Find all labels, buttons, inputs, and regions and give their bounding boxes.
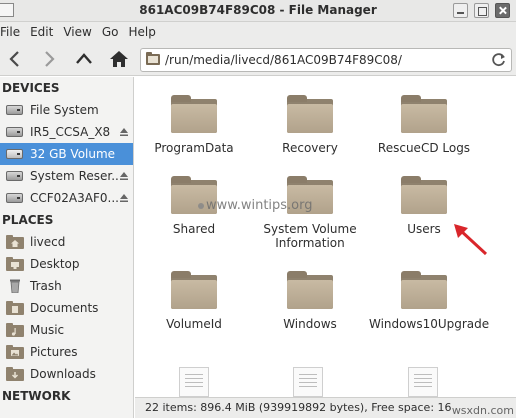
folder-icon (401, 271, 447, 309)
folder-icon (171, 95, 217, 133)
location-path[interactable]: /run/media/livecd/861AC09B74F89C08/ (165, 53, 402, 67)
maximize-button[interactable] (474, 3, 489, 18)
home-icon (110, 51, 128, 67)
eject-icon[interactable] (119, 171, 129, 181)
sidebar-item-label: Downloads (30, 367, 96, 381)
sidebar-item-ccf02a3af0[interactable]: CCF02A3AF0... (0, 187, 133, 209)
sidebar-item-label: File System (30, 103, 99, 117)
drive-icon (6, 193, 23, 203)
folder-name: Shared (172, 222, 216, 236)
documents-folder-icon (6, 301, 24, 315)
eject-icon[interactable] (119, 193, 129, 203)
folder-item[interactable]: ProgramData (139, 95, 249, 155)
watermark: www.wintips.org (198, 198, 313, 213)
sidebar-item-label: Pictures (30, 345, 78, 359)
drive-icon (6, 149, 23, 159)
folder-item[interactable]: System Volume Information (255, 176, 365, 250)
up-button[interactable] (73, 48, 95, 70)
downloads-folder-icon (6, 367, 24, 381)
sidebar-item-label: Desktop (30, 257, 80, 271)
folder-item[interactable]: Windows (255, 271, 365, 331)
home-button[interactable] (108, 48, 130, 70)
sidebar-item-32gb-volume[interactable]: 32 GB Volume (0, 143, 133, 165)
location-bar[interactable]: /run/media/livecd/861AC09B74F89C08/ (140, 48, 512, 72)
sidebar-item-system-reserved[interactable]: System Reser... (0, 165, 133, 187)
title-bar: 861AC09B74F89C08 - File Manager (0, 0, 516, 22)
sidebar-item-ir5-ccsa-x8[interactable]: IR5_CCSA_X8 (0, 121, 133, 143)
folder-item[interactable]: Recovery (255, 95, 365, 155)
sidebar-item-music[interactable]: Music (0, 319, 133, 341)
menu-file[interactable]: File (0, 25, 28, 39)
folder-icon (401, 95, 447, 133)
sidebar-item-trash[interactable]: Trash (0, 275, 133, 297)
sidebar-item-label: Music (30, 323, 65, 337)
folder-icon (287, 271, 333, 309)
sidebar-item-label: Trash (30, 279, 62, 293)
sidebar-item-label: 32 GB Volume (30, 147, 116, 161)
places-header: PLACES (2, 213, 54, 227)
music-folder-icon (6, 323, 24, 337)
devices-header: DEVICES (2, 81, 60, 95)
close-button[interactable] (495, 3, 510, 18)
drive-icon (6, 127, 23, 137)
menu-bar: File Edit View Go Help (0, 22, 516, 42)
folder-icon (146, 52, 160, 65)
folder-name: Windows (283, 317, 337, 331)
sidebar-item-downloads[interactable]: Downloads (0, 363, 133, 385)
folder-icon (287, 95, 333, 133)
folder-name: System Volume Information (263, 222, 357, 250)
file-icon[interactable] (179, 367, 209, 397)
window-controls (453, 3, 510, 18)
sidebar: DEVICES File System IR5_CCSA_X8 32 GB Vo… (0, 77, 134, 418)
drive-icon (6, 171, 23, 181)
eject-icon[interactable] (119, 127, 129, 137)
folder-name: Windows10Upgrade (369, 317, 490, 331)
folder-icon (171, 271, 217, 309)
sidebar-item-label: Documents (30, 301, 99, 315)
annotation-arrow-icon (454, 224, 488, 256)
toolbar: /run/media/livecd/861AC09B74F89C08/ (0, 42, 516, 76)
folder-name: RescueCD Logs (377, 141, 471, 155)
folder-name: VolumeId (166, 317, 222, 331)
back-button[interactable] (4, 48, 26, 70)
home-folder-icon (6, 235, 24, 249)
menu-help[interactable]: Help (128, 25, 163, 39)
desktop-folder-icon (6, 257, 24, 271)
sidebar-item-label: CCF02A3AF0... (30, 191, 119, 205)
sidebar-item-documents[interactable]: Documents (0, 297, 133, 319)
folder-icon (401, 176, 447, 214)
folder-name: ProgramData (154, 141, 234, 155)
menu-view[interactable]: View (63, 25, 99, 39)
trash-icon (10, 279, 20, 293)
sidebar-item-desktop[interactable]: Desktop (0, 253, 133, 275)
minimize-button[interactable] (453, 3, 468, 18)
network-header: NETWORK (2, 389, 71, 403)
sidebar-item-livecd[interactable]: livecd (0, 231, 133, 253)
chevron-left-icon (9, 51, 19, 67)
menu-go[interactable]: Go (102, 25, 127, 39)
forward-button[interactable] (38, 48, 60, 70)
reload-icon[interactable] (491, 52, 507, 68)
menu-edit[interactable]: Edit (30, 25, 61, 39)
sidebar-item-pictures[interactable]: Pictures (0, 341, 133, 363)
chevron-up-icon (76, 53, 92, 64)
chevron-right-icon (45, 51, 55, 67)
sidebar-item-label: livecd (30, 235, 66, 249)
corner-watermark: wsxdn.com (451, 404, 514, 417)
folder-item[interactable]: VolumeId (139, 271, 249, 331)
drive-icon (6, 105, 23, 115)
sidebar-item-label: IR5_CCSA_X8 (30, 125, 111, 139)
file-icon[interactable] (293, 367, 323, 397)
folder-name: Recovery (282, 141, 338, 155)
sidebar-item-file-system[interactable]: File System (0, 99, 133, 121)
file-icon[interactable] (408, 367, 438, 397)
folder-item[interactable]: Windows10Upgrade (369, 271, 490, 331)
folder-item[interactable]: RescueCD Logs (369, 95, 479, 155)
pictures-folder-icon (6, 345, 24, 359)
sidebar-item-label: System Reser... (30, 169, 123, 183)
window-title: 861AC09B74F89C08 - File Manager (139, 3, 377, 17)
